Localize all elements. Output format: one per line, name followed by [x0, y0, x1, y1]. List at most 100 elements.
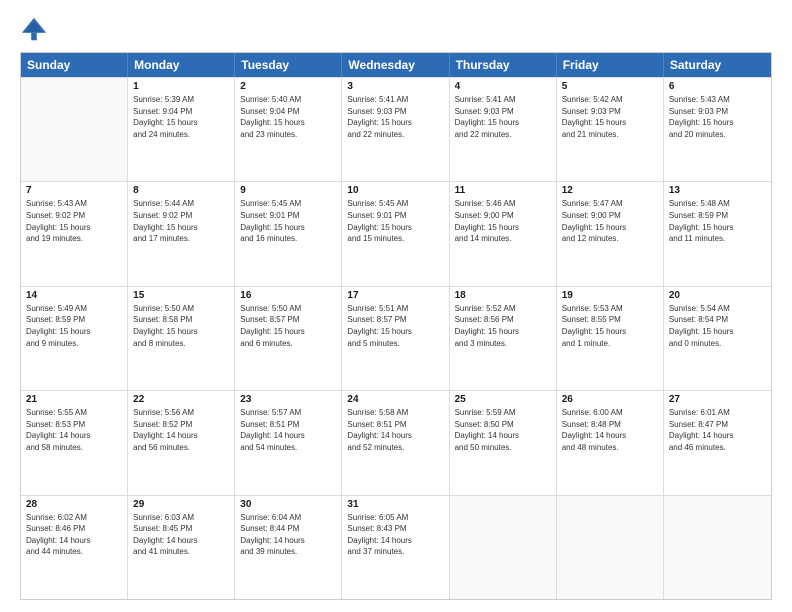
cell-info: Sunrise: 6:03 AM Sunset: 8:45 PM Dayligh… [133, 512, 229, 558]
day-number: 29 [133, 499, 229, 510]
day-number: 13 [669, 185, 766, 196]
day-number: 24 [347, 394, 443, 405]
calendar-row-0: 1 Sunrise: 5:39 AM Sunset: 9:04 PM Daylig… [21, 77, 771, 181]
day-number: 6 [669, 81, 766, 92]
day-number: 21 [26, 394, 122, 405]
calendar-cell: 30 Sunrise: 6:04 AM Sunset: 8:44 PM Dayli… [235, 496, 342, 599]
cell-info: Sunrise: 5:45 AM Sunset: 9:01 PM Dayligh… [240, 198, 336, 244]
cell-info: Sunrise: 5:52 AM Sunset: 8:56 PM Dayligh… [455, 303, 551, 349]
day-number: 27 [669, 394, 766, 405]
day-number: 14 [26, 290, 122, 301]
cell-info: Sunrise: 6:05 AM Sunset: 8:43 PM Dayligh… [347, 512, 443, 558]
page: SundayMondayTuesdayWednesdayThursdayFrid… [0, 0, 792, 612]
calendar-cell: 12 Sunrise: 5:47 AM Sunset: 9:00 PM Dayli… [557, 182, 664, 285]
calendar: SundayMondayTuesdayWednesdayThursdayFrid… [20, 52, 772, 600]
day-number: 22 [133, 394, 229, 405]
calendar-cell: 24 Sunrise: 5:58 AM Sunset: 8:51 PM Dayli… [342, 391, 449, 494]
header-day-monday: Monday [128, 53, 235, 77]
calendar-cell: 31 Sunrise: 6:05 AM Sunset: 8:43 PM Dayli… [342, 496, 449, 599]
calendar-cell [450, 496, 557, 599]
day-number: 23 [240, 394, 336, 405]
calendar-cell [557, 496, 664, 599]
cell-info: Sunrise: 6:00 AM Sunset: 8:48 PM Dayligh… [562, 407, 658, 453]
calendar-cell: 21 Sunrise: 5:55 AM Sunset: 8:53 PM Dayli… [21, 391, 128, 494]
calendar-cell: 23 Sunrise: 5:57 AM Sunset: 8:51 PM Dayli… [235, 391, 342, 494]
cell-info: Sunrise: 5:44 AM Sunset: 9:02 PM Dayligh… [133, 198, 229, 244]
day-number: 30 [240, 499, 336, 510]
calendar-cell: 14 Sunrise: 5:49 AM Sunset: 8:59 PM Dayli… [21, 287, 128, 390]
header-day-thursday: Thursday [450, 53, 557, 77]
day-number: 28 [26, 499, 122, 510]
cell-info: Sunrise: 6:04 AM Sunset: 8:44 PM Dayligh… [240, 512, 336, 558]
cell-info: Sunrise: 5:45 AM Sunset: 9:01 PM Dayligh… [347, 198, 443, 244]
header [20, 16, 772, 44]
calendar-cell: 17 Sunrise: 5:51 AM Sunset: 8:57 PM Dayli… [342, 287, 449, 390]
cell-info: Sunrise: 5:50 AM Sunset: 8:57 PM Dayligh… [240, 303, 336, 349]
calendar-cell: 25 Sunrise: 5:59 AM Sunset: 8:50 PM Dayli… [450, 391, 557, 494]
cell-info: Sunrise: 5:57 AM Sunset: 8:51 PM Dayligh… [240, 407, 336, 453]
calendar-cell: 29 Sunrise: 6:03 AM Sunset: 8:45 PM Dayli… [128, 496, 235, 599]
day-number: 31 [347, 499, 443, 510]
cell-info: Sunrise: 5:46 AM Sunset: 9:00 PM Dayligh… [455, 198, 551, 244]
calendar-cell: 3 Sunrise: 5:41 AM Sunset: 9:03 PM Daylig… [342, 78, 449, 181]
cell-info: Sunrise: 5:59 AM Sunset: 8:50 PM Dayligh… [455, 407, 551, 453]
cell-info: Sunrise: 5:48 AM Sunset: 8:59 PM Dayligh… [669, 198, 766, 244]
day-number: 9 [240, 185, 336, 196]
calendar-cell: 7Sunrise: 5:43 AM Sunset: 9:02 PM Daylig… [21, 182, 128, 285]
calendar-cell: 22 Sunrise: 5:56 AM Sunset: 8:52 PM Dayli… [128, 391, 235, 494]
day-number: 20 [669, 290, 766, 301]
calendar-row-4: 28 Sunrise: 6:02 AM Sunset: 8:46 PM Dayli… [21, 495, 771, 599]
calendar-cell: 28 Sunrise: 6:02 AM Sunset: 8:46 PM Dayli… [21, 496, 128, 599]
cell-info: Sunrise: 5:54 AM Sunset: 8:54 PM Dayligh… [669, 303, 766, 349]
day-number: 16 [240, 290, 336, 301]
logo-icon [20, 16, 48, 44]
cell-info: Sunrise: 5:41 AM Sunset: 9:03 PM Dayligh… [455, 94, 551, 140]
day-number: 10 [347, 185, 443, 196]
header-day-friday: Friday [557, 53, 664, 77]
cell-info: Sunrise: 5:47 AM Sunset: 9:00 PM Dayligh… [562, 198, 658, 244]
day-number: 4 [455, 81, 551, 92]
calendar-row-3: 21 Sunrise: 5:55 AM Sunset: 8:53 PM Dayli… [21, 390, 771, 494]
day-number: 12 [562, 185, 658, 196]
cell-info: Sunrise: 5:43 AM Sunset: 9:03 PM Dayligh… [669, 94, 766, 140]
cell-info: Sunrise: 5:39 AM Sunset: 9:04 PM Dayligh… [133, 94, 229, 140]
header-day-tuesday: Tuesday [235, 53, 342, 77]
calendar-cell: 1 Sunrise: 5:39 AM Sunset: 9:04 PM Daylig… [128, 78, 235, 181]
cell-info: Sunrise: 5:50 AM Sunset: 8:58 PM Dayligh… [133, 303, 229, 349]
day-number: 3 [347, 81, 443, 92]
cell-info: Sunrise: 5:41 AM Sunset: 9:03 PM Dayligh… [347, 94, 443, 140]
header-day-sunday: Sunday [21, 53, 128, 77]
calendar-cell: 11Sunrise: 5:46 AM Sunset: 9:00 PM Dayli… [450, 182, 557, 285]
cell-info: Sunrise: 5:58 AM Sunset: 8:51 PM Dayligh… [347, 407, 443, 453]
day-number: 18 [455, 290, 551, 301]
day-number: 26 [562, 394, 658, 405]
calendar-cell: 18 Sunrise: 5:52 AM Sunset: 8:56 PM Dayli… [450, 287, 557, 390]
day-number: 25 [455, 394, 551, 405]
day-number: 19 [562, 290, 658, 301]
cell-info: Sunrise: 6:02 AM Sunset: 8:46 PM Dayligh… [26, 512, 122, 558]
calendar-cell: 20 Sunrise: 5:54 AM Sunset: 8:54 PM Dayli… [664, 287, 771, 390]
cell-info: Sunrise: 6:01 AM Sunset: 8:47 PM Dayligh… [669, 407, 766, 453]
day-number: 2 [240, 81, 336, 92]
cell-info: Sunrise: 5:42 AM Sunset: 9:03 PM Dayligh… [562, 94, 658, 140]
calendar-cell: 10 Sunrise: 5:45 AM Sunset: 9:01 PM Dayli… [342, 182, 449, 285]
calendar-cell: 2Sunrise: 5:40 AM Sunset: 9:04 PM Daylig… [235, 78, 342, 181]
calendar-cell: 6 Sunrise: 5:43 AM Sunset: 9:03 PM Daylig… [664, 78, 771, 181]
calendar-cell: 16 Sunrise: 5:50 AM Sunset: 8:57 PM Dayli… [235, 287, 342, 390]
calendar-cell: 19Sunrise: 5:53 AM Sunset: 8:55 PM Dayli… [557, 287, 664, 390]
day-number: 17 [347, 290, 443, 301]
header-day-wednesday: Wednesday [342, 53, 449, 77]
cell-info: Sunrise: 5:43 AM Sunset: 9:02 PM Dayligh… [26, 198, 122, 244]
cell-info: Sunrise: 5:49 AM Sunset: 8:59 PM Dayligh… [26, 303, 122, 349]
calendar-row-1: 7Sunrise: 5:43 AM Sunset: 9:02 PM Daylig… [21, 181, 771, 285]
logo [20, 16, 52, 44]
calendar-cell: 26 Sunrise: 6:00 AM Sunset: 8:48 PM Dayli… [557, 391, 664, 494]
cell-info: Sunrise: 5:55 AM Sunset: 8:53 PM Dayligh… [26, 407, 122, 453]
cell-info: Sunrise: 5:56 AM Sunset: 8:52 PM Dayligh… [133, 407, 229, 453]
cell-info: Sunrise: 5:51 AM Sunset: 8:57 PM Dayligh… [347, 303, 443, 349]
calendar-cell: 13 Sunrise: 5:48 AM Sunset: 8:59 PM Dayli… [664, 182, 771, 285]
calendar-cell: 27 Sunrise: 6:01 AM Sunset: 8:47 PM Dayli… [664, 391, 771, 494]
day-number: 1 [133, 81, 229, 92]
calendar-cell: 15 Sunrise: 5:50 AM Sunset: 8:58 PM Dayli… [128, 287, 235, 390]
day-number: 15 [133, 290, 229, 301]
